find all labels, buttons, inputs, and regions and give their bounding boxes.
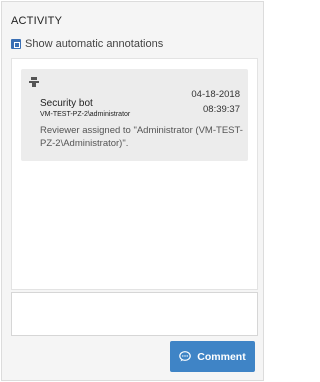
comment-button-label: Comment [197, 350, 246, 363]
entry-time: 08:39:37 [203, 104, 240, 115]
activity-panel: ACTIVITY Show automatic annotations Secu… [1, 1, 264, 381]
bot-icon [29, 77, 39, 87]
comment-button[interactable]: Comment [170, 341, 255, 372]
chat-icon [179, 351, 192, 362]
entry-message: Reviewer assigned to "Administrator (VM-… [40, 125, 243, 149]
entry-date: 04-18-2018 [191, 89, 240, 100]
comment-input[interactable] [11, 292, 258, 336]
auto-annotations-toggle[interactable]: Show automatic annotations [11, 38, 163, 50]
auto-annotations-checkbox[interactable] [11, 39, 21, 49]
panel-title: ACTIVITY [11, 15, 63, 27]
entry-account: VM-TEST-PZ-2\administrator [40, 111, 131, 118]
entry-author: Security bot [40, 98, 93, 109]
activity-entry: Security bot VM-TEST-PZ-2\administrator … [21, 69, 248, 161]
activity-feed[interactable]: Security bot VM-TEST-PZ-2\administrator … [11, 58, 258, 290]
auto-annotations-label: Show automatic annotations [25, 38, 164, 50]
